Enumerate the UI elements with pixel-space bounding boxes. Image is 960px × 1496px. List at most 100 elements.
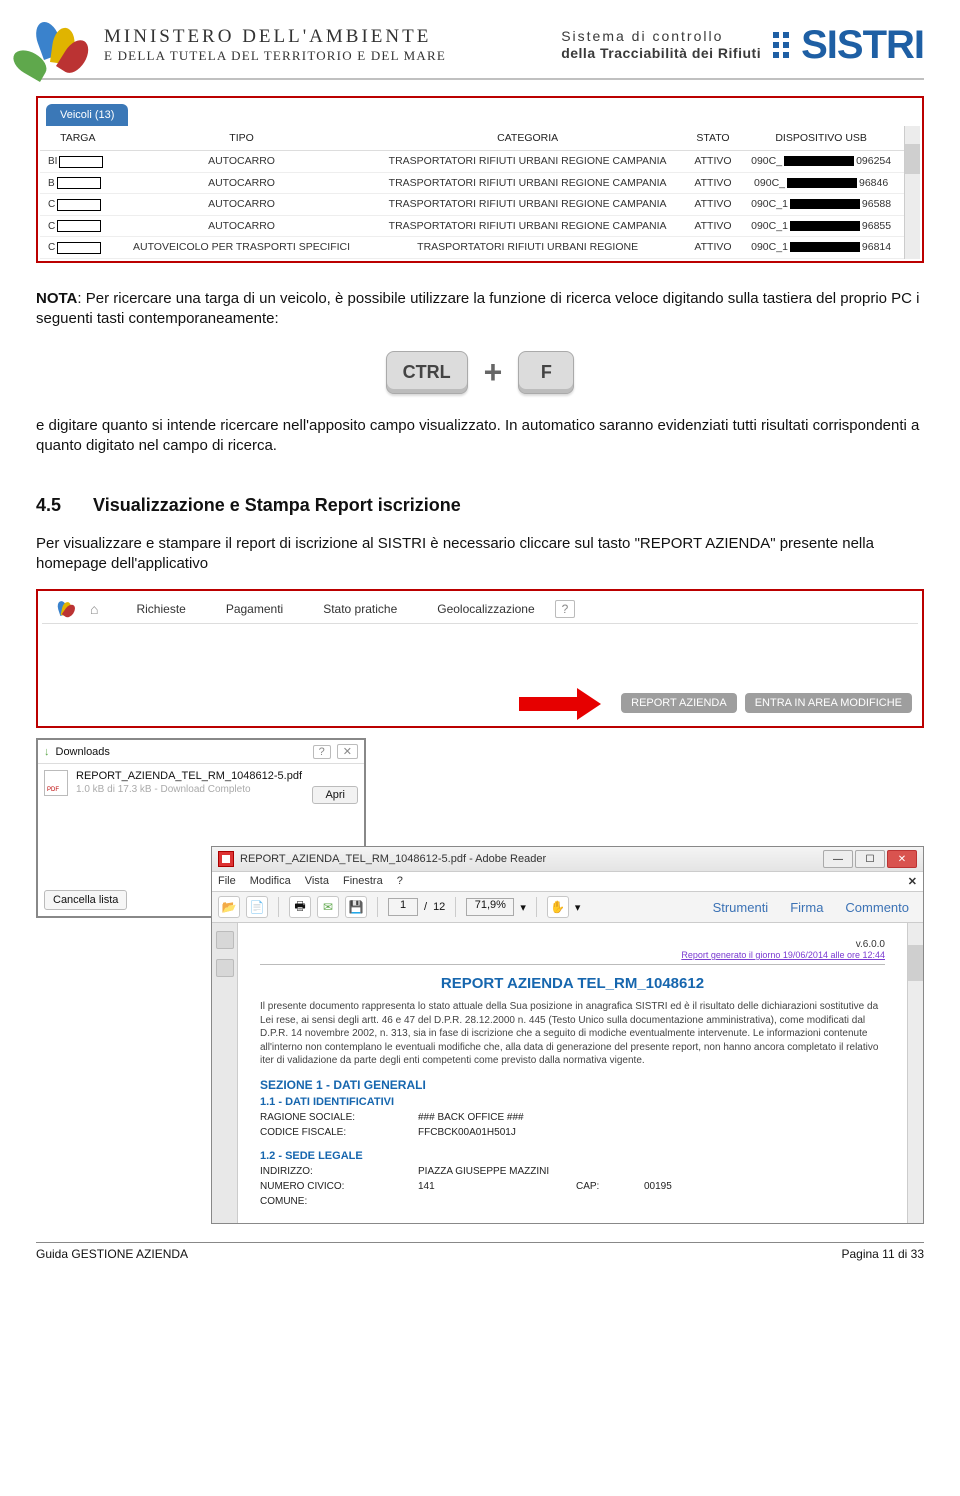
col-targa: TARGA [40, 126, 116, 151]
maximize-button[interactable]: ☐ [855, 850, 885, 868]
sistri-dots-icon [769, 32, 793, 58]
section-heading: 4.5 Visualizzazione e Stampa Report iscr… [36, 495, 924, 516]
menu-stato-pratiche[interactable]: Stato pratiche [303, 596, 417, 622]
section-number: 4.5 [36, 495, 88, 516]
doc-sub12: 1.2 - SEDE LEGALE [260, 1150, 885, 1162]
table-row[interactable]: CAUTOVEICOLO PER TRASPORTI SPECIFICITRAS… [40, 237, 904, 259]
num-val: 141 [418, 1181, 568, 1192]
nota-paragraph: NOTA: Per ricercare una targa di un veic… [36, 289, 924, 330]
apri-button[interactable]: Apri [312, 786, 358, 804]
report-azienda-button[interactable]: REPORT AZIENDA [621, 693, 737, 713]
commento-tab[interactable]: Commento [837, 898, 917, 917]
table-row[interactable]: BAUTOCARROTRASPORTATORI RIFIUTI URBANI R… [40, 172, 904, 194]
table-row[interactable]: CAUTOCARROTRASPORTATORI RIFIUTI URBANI R… [40, 194, 904, 216]
ministry-logo [36, 20, 86, 70]
adobe-menu-file[interactable]: File [218, 875, 236, 888]
adobe-toolbar: 📂 📄 🖶 ✉ 💾 1 / 12 71,9% ▾ ✋ ▾ Strumenti F… [212, 892, 923, 923]
doc-sect1: SEZIONE 1 - DATI GENERALI [260, 1078, 885, 1092]
downloads-title: Downloads [56, 746, 110, 758]
doc-title: REPORT AZIENDA TEL_RM_1048612 [260, 975, 885, 992]
sistri-logo: SISTRI [801, 23, 924, 68]
cap-val: 00195 [644, 1181, 672, 1192]
close-button[interactable]: ✕ [887, 850, 917, 868]
table-row[interactable]: CAUTOCARROTRASPORTATORI RIFIUTI URBANI R… [40, 215, 904, 237]
page-current-input[interactable]: 1 [388, 898, 418, 916]
home-icon[interactable]: ⌂ [90, 601, 98, 617]
com-key: COMUNE: [260, 1196, 410, 1207]
downloads-titlebar: ↓ Downloads ? ✕ [38, 740, 364, 764]
attachments-icon[interactable] [216, 959, 234, 977]
ragione-key: RAGIONE SOCIALE: [260, 1112, 410, 1123]
email-icon[interactable]: ✉ [317, 896, 339, 918]
adobe-sidebar [212, 923, 238, 1223]
menubar-buttons: REPORT AZIENDA ENTRA IN AREA MODIFICHE [42, 684, 918, 722]
key-ctrl: CTRL [386, 351, 468, 394]
footer-right: Pagina 11 di 33 [841, 1247, 924, 1261]
adobe-title: REPORT_AZIENDA_TEL_RM_1048612-5.pdf - Ad… [240, 853, 817, 865]
menu-help[interactable]: ? [555, 600, 576, 618]
veicoli-scrollbar[interactable] [904, 126, 920, 259]
adobe-menu-help[interactable]: ? [397, 875, 403, 888]
adobe-menu-finestra[interactable]: Finestra [343, 875, 383, 888]
veicoli-panel: Veicoli (13) TARGA TIPO CATEGORIA STATO … [36, 96, 924, 263]
veicoli-table: TARGA TIPO CATEGORIA STATO DISPOSITIVO U… [40, 126, 904, 259]
hand-tool-icon[interactable]: ✋ [547, 896, 569, 918]
thumbnails-icon[interactable] [216, 931, 234, 949]
adobe-doc-close[interactable]: ✕ [908, 875, 917, 888]
ministry-line1: MINISTERO DELL'AMBIENTE [104, 26, 543, 48]
plus-icon: + [484, 354, 503, 391]
downloads-help-button[interactable]: ? [313, 745, 331, 759]
after-keys-paragraph: e digitare quanto si intende ricercare n… [36, 416, 924, 457]
entra-modifiche-button[interactable]: ENTRA IN AREA MODIFICHE [745, 693, 912, 713]
sistri-tagline: Sistema di controllo della Tracciabilità… [561, 28, 761, 62]
adobe-menu-modifica[interactable]: Modifica [250, 875, 291, 888]
strumenti-tab[interactable]: Strumenti [705, 898, 777, 917]
menu-pagamenti[interactable]: Pagamenti [206, 596, 303, 622]
doc-generated: Report generato il giorno 19/06/2014 all… [260, 950, 885, 960]
table-header: TARGA TIPO CATEGORIA STATO DISPOSITIVO U… [40, 126, 904, 151]
section-body: Per visualizzare e stampare il report di… [36, 534, 924, 575]
cf-val: FFCBCK00A01H501J [418, 1127, 885, 1138]
app-logo-icon[interactable] [56, 599, 76, 619]
adobe-reader-window: REPORT_AZIENDA_TEL_RM_1048612-5.pdf - Ad… [211, 846, 924, 1224]
page-footer: Guida GESTIONE AZIENDA Pagina 11 di 33 [36, 1242, 924, 1261]
veicoli-tab[interactable]: Veicoli (13) [46, 104, 128, 126]
create-pdf-icon[interactable]: 📄 [246, 896, 268, 918]
ragione-val: ### BACK OFFICE ### [418, 1112, 885, 1123]
adobe-titlebar: REPORT_AZIENDA_TEL_RM_1048612-5.pdf - Ad… [212, 847, 923, 872]
app-menubar: ⌂ Richieste Pagamenti Stato pratiche Geo… [42, 595, 918, 624]
section-title: Visualizzazione e Stampa Report iscrizio… [93, 495, 461, 515]
save-icon[interactable]: 💾 [345, 896, 367, 918]
firma-tab[interactable]: Firma [782, 898, 831, 917]
open-icon[interactable]: 📂 [218, 896, 240, 918]
adobe-document: v.6.0.0 Report generato il giorno 19/06/… [238, 923, 907, 1223]
ind-val: PIAZZA GIUSEPPE MAZZINI [418, 1166, 885, 1177]
table-row[interactable]: BIAUTOCARROTRASPORTATORI RIFIUTI URBANI … [40, 151, 904, 173]
menu-geolocalizzazione[interactable]: Geolocalizzazione [417, 596, 554, 622]
adobe-icon [218, 851, 234, 867]
page-total: 12 [433, 901, 445, 913]
col-usb: DISPOSITIVO USB [738, 126, 904, 151]
ctrl-f-illustration: CTRL + F [36, 351, 924, 394]
adobe-menu-vista[interactable]: Vista [305, 875, 329, 888]
minimize-button[interactable]: — [823, 850, 853, 868]
zoom-dropdown-icon[interactable]: ▾ [520, 901, 526, 914]
key-f: F [518, 351, 574, 394]
downloads-close-button[interactable]: ✕ [337, 744, 358, 759]
col-categoria: CATEGORIA [368, 126, 688, 151]
cancella-lista-button[interactable]: Cancella lista [44, 890, 127, 910]
nota-label: NOTA [36, 290, 77, 307]
doc-sub11: 1.1 - DATI IDENTIFICATIVI [260, 1096, 885, 1108]
tool-dropdown-icon[interactable]: ▾ [575, 901, 581, 914]
annotation-arrow [519, 688, 609, 718]
menubar-screenshot: ⌂ Richieste Pagamenti Stato pratiche Geo… [36, 589, 924, 728]
download-item: REPORT_AZIENDA_TEL_RM_1048612-5.pdf Apri… [38, 764, 364, 810]
zoom-input[interactable]: 71,9% [466, 898, 514, 916]
document-header: MINISTERO DELL'AMBIENTE E DELLA TUTELA D… [36, 20, 924, 80]
menu-richieste[interactable]: Richieste [116, 596, 205, 622]
download-filename: REPORT_AZIENDA_TEL_RM_1048612-5.pdf [76, 770, 358, 782]
cf-key: CODICE FISCALE: [260, 1127, 410, 1138]
print-icon[interactable]: 🖶 [289, 896, 311, 918]
adobe-scrollbar[interactable] [907, 923, 923, 1223]
pdf-file-icon [44, 770, 68, 796]
